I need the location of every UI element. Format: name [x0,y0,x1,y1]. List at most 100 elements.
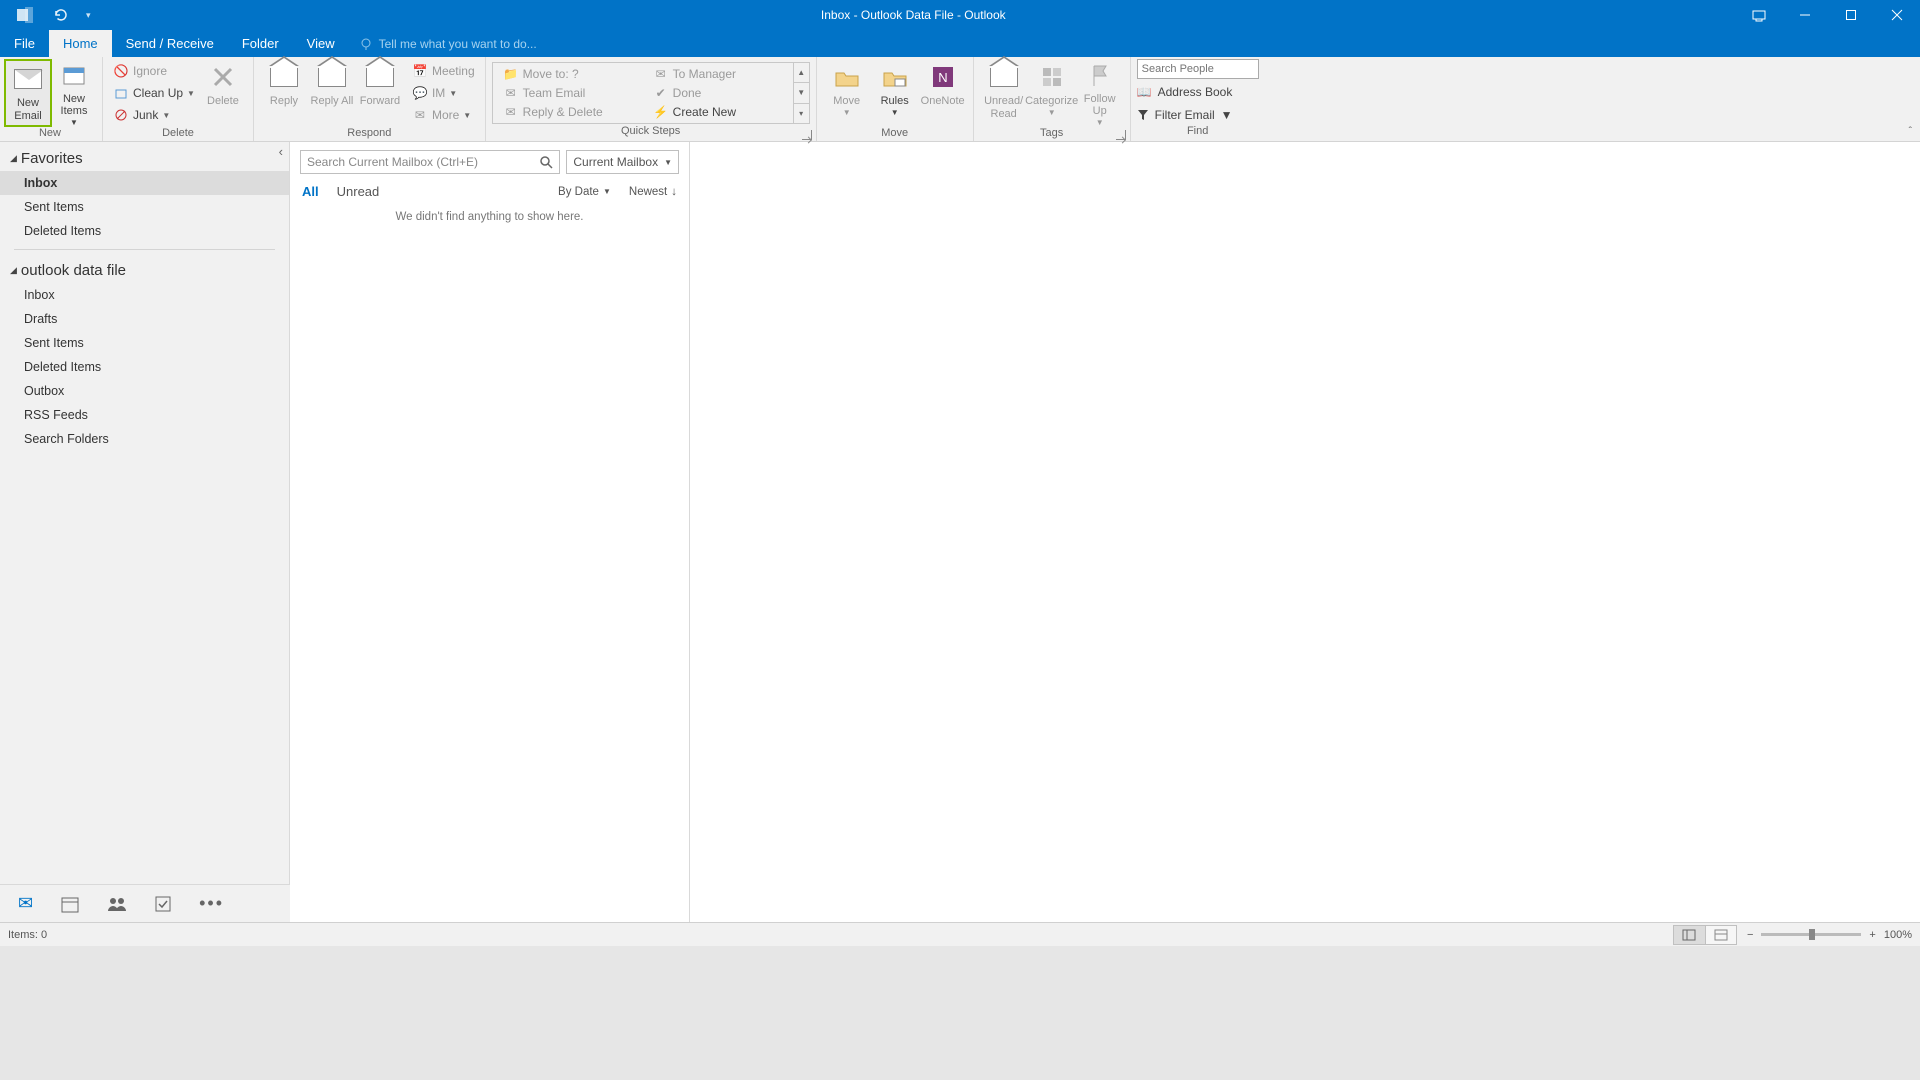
zoom-in-button[interactable]: + [1869,929,1875,941]
flag-icon [1084,61,1116,91]
folder-search-folders[interactable]: Search Folders [0,427,289,451]
view-reading-icon[interactable] [1705,925,1737,945]
cleanup-button[interactable]: Clean Up▼ [109,83,199,103]
nav-mail-icon[interactable]: ✉ [18,893,33,914]
respond-more-button[interactable]: ✉More▼ [408,105,479,125]
chevron-down-icon: ▼ [70,118,78,127]
reply-all-button[interactable]: Reply All [308,59,356,127]
folder-outbox[interactable]: Outbox [0,379,289,403]
qs-done[interactable]: ✔Done [649,84,787,102]
qs-to-manager[interactable]: ✉To Manager [649,65,787,83]
window-title: Inbox - Outlook Data File - Outlook [91,8,1736,22]
create-new-icon: ⚡ [653,104,669,120]
new-items-button[interactable]: New Items ▼ [52,59,96,127]
status-bar: Items: 0 − + 100% [0,922,1920,946]
move-folder-icon [831,61,863,93]
rules-button[interactable]: Rules▼ [871,59,919,127]
tab-folder[interactable]: Folder [228,30,293,57]
move-button[interactable]: Move▼ [823,59,871,127]
qs-expand[interactable]: ▾ [794,104,809,123]
unread-read-button[interactable]: Unread/ Read [980,59,1028,127]
group-label-respond: Respond [260,127,479,141]
outlook-app-icon [16,6,34,24]
filter-unread[interactable]: Unread [337,184,380,199]
folder-rss-feeds[interactable]: RSS Feeds [0,403,289,427]
reading-pane [690,142,1920,922]
search-mailbox-input[interactable]: Search Current Mailbox (Ctrl+E) [300,150,560,174]
sort-newest[interactable]: Newest↓ [629,186,677,198]
new-email-button[interactable]: New Email [4,59,52,127]
filter-email-button[interactable]: Filter Email▼ [1137,105,1259,125]
im-button[interactable]: 💬IM▼ [408,83,479,103]
tab-send-receive[interactable]: Send / Receive [112,30,228,57]
nav-more-icon[interactable]: ••• [199,893,224,914]
group-label-new: New [4,127,96,141]
qs-team-email[interactable]: ✉Team Email [499,84,637,102]
tell-me-placeholder: Tell me what you want to do... [379,37,537,51]
new-email-icon [12,63,44,95]
close-button[interactable] [1874,0,1920,30]
address-book-button[interactable]: 📖Address Book [1137,82,1259,102]
qs-scroll-down[interactable]: ▼ [794,83,809,103]
sort-by-date[interactable]: By Date▼ [558,186,611,198]
tell-me-search[interactable]: Tell me what you want to do... [349,30,547,57]
qs-move-to[interactable]: 📁Move to: ? [499,65,637,83]
undo-icon[interactable] [52,7,68,23]
minimize-button[interactable] [1782,0,1828,30]
datafile-header[interactable]: ◢outlook data file [0,256,289,283]
tab-view[interactable]: View [293,30,349,57]
folder-inbox[interactable]: Inbox [0,283,289,307]
reply-button[interactable]: Reply [260,59,308,127]
qat-customize-icon[interactable]: ▾ [86,10,91,21]
follow-up-button[interactable]: Follow Up▼ [1076,59,1124,127]
more-icon: ✉ [412,107,428,123]
onenote-button[interactable]: NOneNote [919,59,967,127]
ribbon-display-options-icon[interactable] [1736,0,1782,30]
new-items-icon [58,61,90,91]
delete-button[interactable]: Delete [199,59,247,127]
folder-deleted-items[interactable]: Deleted Items [0,355,289,379]
maximize-button[interactable] [1828,0,1874,30]
reply-delete-icon: ✉ [503,104,519,120]
zoom-level: 100% [1884,929,1912,941]
empty-message: We didn't find anything to show here. [290,205,689,223]
quick-steps-gallery[interactable]: 📁Move to: ? ✉Team Email ✉Reply & Delete … [492,62,810,124]
ignore-button[interactable]: 🚫Ignore [109,61,199,81]
categorize-icon [1036,61,1068,93]
group-label-quicksteps: Quick Steps [492,125,810,141]
zoom-out-button[interactable]: − [1747,929,1753,941]
collapse-folder-pane-icon[interactable]: ‹ [279,144,283,159]
delete-icon [207,61,239,93]
qs-create-new[interactable]: ⚡Create New [649,103,787,121]
collapse-ribbon-icon[interactable]: ˆ [1909,126,1912,137]
folder-drafts[interactable]: Drafts [0,307,289,331]
qs-reply-delete[interactable]: ✉Reply & Delete [499,103,637,121]
categorize-button[interactable]: Categorize▼ [1028,59,1076,127]
search-people-input[interactable] [1137,59,1259,79]
tab-home[interactable]: Home [49,30,112,57]
zoom-slider[interactable] [1761,933,1861,936]
favorites-deleted-items[interactable]: Deleted Items [0,219,289,243]
favorites-sent-items[interactable]: Sent Items [0,195,289,219]
nav-people-icon[interactable] [107,896,127,912]
search-scope-dropdown[interactable]: Current Mailbox▼ [566,150,679,174]
filter-all[interactable]: All [302,184,319,199]
folder-sent-items[interactable]: Sent Items [0,331,289,355]
nav-calendar-icon[interactable] [61,895,79,913]
chevron-down-icon: ▼ [664,158,672,167]
favorites-header[interactable]: ◢Favorites [0,144,289,171]
tab-file[interactable]: File [0,30,49,57]
view-normal-icon[interactable] [1673,925,1705,945]
qs-scroll-up[interactable]: ▲ [794,63,809,83]
junk-button[interactable]: Junk▼ [109,105,199,125]
group-label-tags: Tags [980,127,1124,141]
nav-tasks-icon[interactable] [155,896,171,912]
quicksteps-launcher-icon[interactable] [802,130,812,140]
chevron-down-icon: ▼ [603,187,611,196]
tags-launcher-icon[interactable] [1116,130,1126,140]
meeting-button[interactable]: 📅Meeting [408,61,479,81]
favorites-inbox[interactable]: Inbox [0,171,289,195]
forward-button[interactable]: Forward [356,59,404,127]
done-icon: ✔ [653,85,669,101]
search-icon[interactable] [539,155,553,169]
